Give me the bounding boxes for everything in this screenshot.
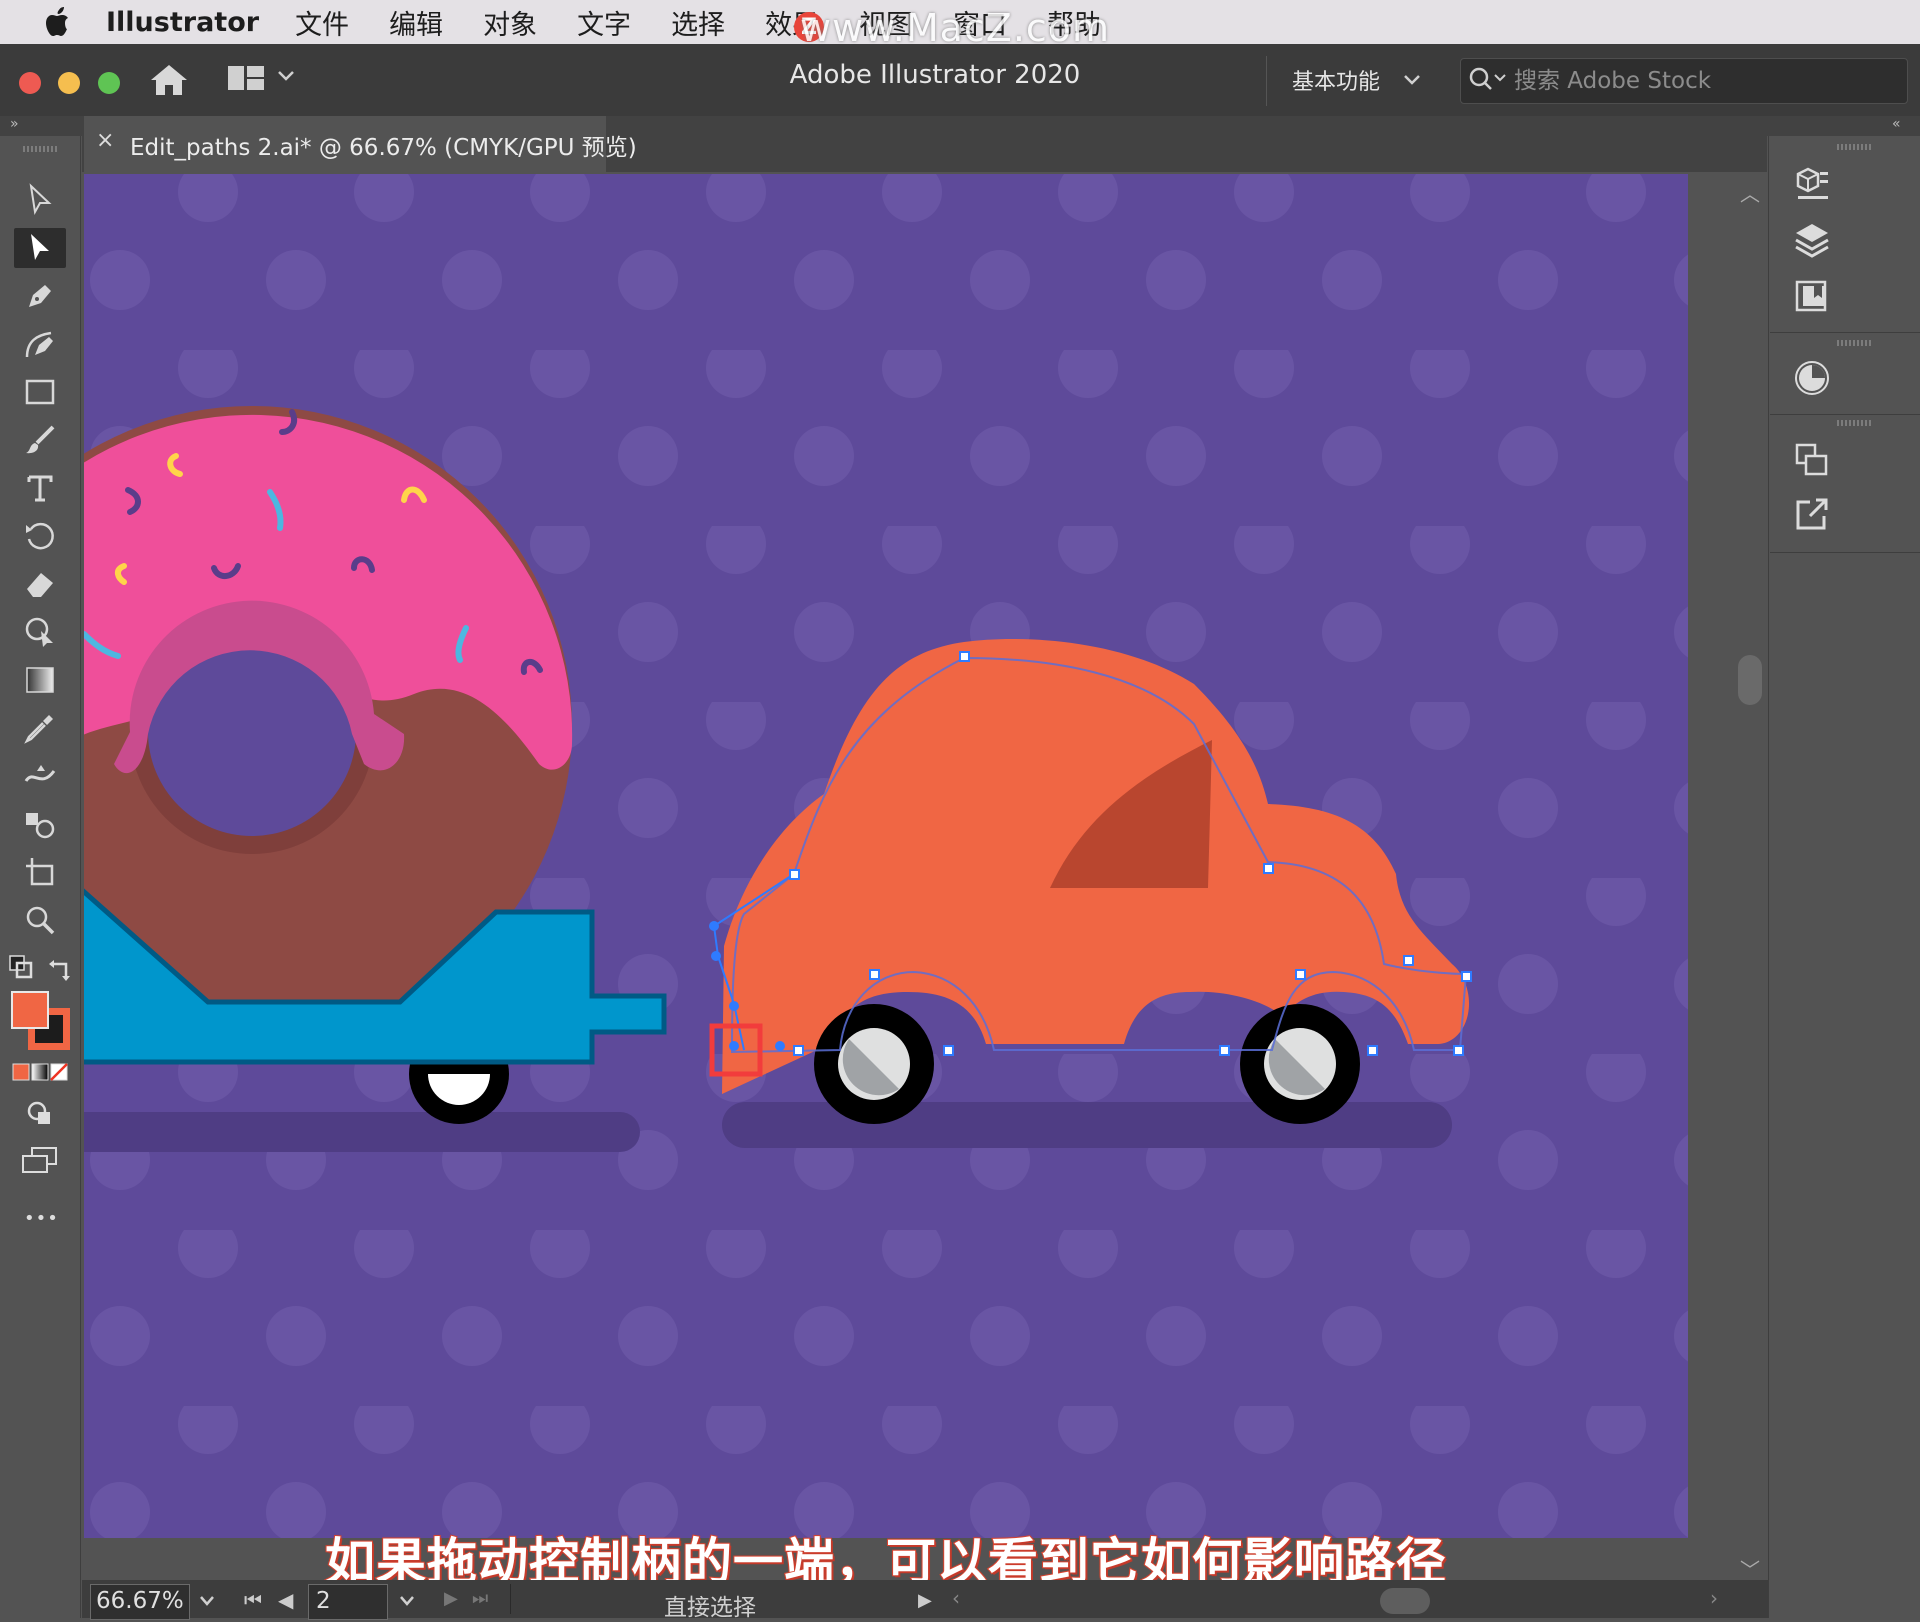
swap-colors-icon[interactable]: [48, 956, 74, 982]
type-tool-icon[interactable]: [14, 468, 66, 508]
last-artboard-icon[interactable]: ⏭: [472, 1588, 488, 1609]
scroll-down-icon[interactable]: ﹀: [1740, 1554, 1760, 1583]
direct-selection-tool-icon[interactable]: [14, 228, 66, 268]
menu-file[interactable]: 文件: [295, 3, 349, 42]
document-tab-title[interactable]: Edit_paths 2.ai* @ 66.67% (CMYK/GPU 预览): [130, 128, 637, 162]
car-shadow: [722, 1102, 1452, 1148]
symbol-sprayer-tool-icon[interactable]: [14, 804, 66, 844]
chevron-down-icon[interactable]: [198, 1594, 216, 1608]
car-wheel-rear: [1240, 1004, 1360, 1124]
chevron-down-icon[interactable]: [1402, 72, 1422, 88]
status-divider: [510, 1584, 511, 1614]
menu-type[interactable]: 文字: [577, 3, 631, 42]
scroll-left-icon[interactable]: ‹: [952, 1586, 960, 1610]
transform-panel-icon[interactable]: [1786, 438, 1838, 482]
artboards-panel-icon[interactable]: [1786, 274, 1838, 318]
curvature-tool-icon[interactable]: [14, 324, 66, 364]
trailer-shadow: [84, 1112, 640, 1152]
screen-mode-icon[interactable]: [20, 1146, 60, 1176]
menu-object[interactable]: 对象: [483, 3, 537, 42]
gradient-tool-icon[interactable]: [14, 660, 66, 700]
car-wheel-front: [814, 1004, 934, 1124]
width-tool-icon[interactable]: [14, 756, 66, 796]
close-tab-icon[interactable]: ×: [96, 128, 114, 153]
stock-search-input[interactable]: [1512, 62, 1896, 100]
previous-artboard-icon[interactable]: ◀: [278, 1588, 293, 1612]
scroll-up-icon[interactable]: ︿: [1740, 178, 1760, 207]
search-icon[interactable]: [1468, 66, 1508, 94]
artboard[interactable]: [84, 174, 1688, 1538]
eraser-tool-icon[interactable]: [14, 564, 66, 604]
play-icon[interactable]: ▶: [918, 1590, 932, 1611]
titlebar-divider: [1266, 56, 1267, 106]
libraries-panel-icon[interactable]: [1786, 162, 1838, 206]
panel-grip-icon[interactable]: [1836, 340, 1874, 346]
vertical-scrollbar[interactable]: [1736, 172, 1766, 1572]
chevron-down-icon[interactable]: [398, 1594, 416, 1608]
draw-mode-icon[interactable]: [24, 1098, 54, 1128]
scroll-right-icon[interactable]: ›: [1710, 1586, 1718, 1610]
menu-select[interactable]: 选择: [671, 3, 725, 42]
pen-tool-icon[interactable]: [14, 276, 66, 316]
zoom-tool-icon[interactable]: [14, 900, 66, 940]
selection-tool-icon[interactable]: [14, 180, 66, 220]
default-colors-icon[interactable]: [8, 954, 34, 980]
fill-stroke-swatch[interactable]: [10, 990, 70, 1050]
rotate-tool-icon[interactable]: [14, 516, 66, 556]
color-themes-panel-icon[interactable]: [1786, 356, 1838, 400]
horizontal-scroll-thumb[interactable]: [1380, 1588, 1430, 1614]
paintbrush-tool-icon[interactable]: [14, 420, 66, 460]
panel-grip-icon[interactable]: [1836, 420, 1874, 426]
export-panel-icon[interactable]: [1786, 492, 1838, 536]
eyedropper-tool-icon[interactable]: [14, 708, 66, 748]
artboard-tool-icon[interactable]: [14, 852, 66, 892]
current-tool-label[interactable]: 直接选择: [560, 1588, 860, 1622]
vertical-scroll-thumb[interactable]: [1738, 655, 1762, 705]
next-artboard-icon[interactable]: ▶: [444, 1588, 458, 1609]
collapse-panels-icon[interactable]: «: [1892, 116, 1901, 132]
panel-grip-icon[interactable]: [1836, 144, 1874, 150]
rectangle-tool-icon[interactable]: [14, 372, 66, 412]
panel-grip-icon[interactable]: [22, 146, 60, 152]
layers-panel-icon[interactable]: [1786, 218, 1838, 262]
menu-edit[interactable]: 编辑: [389, 3, 443, 42]
first-artboard-icon[interactable]: ⏮: [244, 1588, 262, 1612]
apple-logo-icon[interactable]: [38, 2, 78, 42]
shape-builder-tool-icon[interactable]: [14, 612, 66, 652]
menu-app-name[interactable]: Illustrator: [106, 7, 259, 38]
workspace-switcher[interactable]: 基本功能: [1292, 64, 1380, 96]
zoom-level-value[interactable]: 66.67%: [96, 1588, 184, 1614]
color-mode-icon[interactable]: [12, 1062, 68, 1082]
artboard-number-value[interactable]: 2: [316, 1588, 331, 1614]
more-tools-icon[interactable]: •••: [24, 1208, 59, 1229]
expand-tools-icon[interactable]: »: [10, 116, 19, 132]
